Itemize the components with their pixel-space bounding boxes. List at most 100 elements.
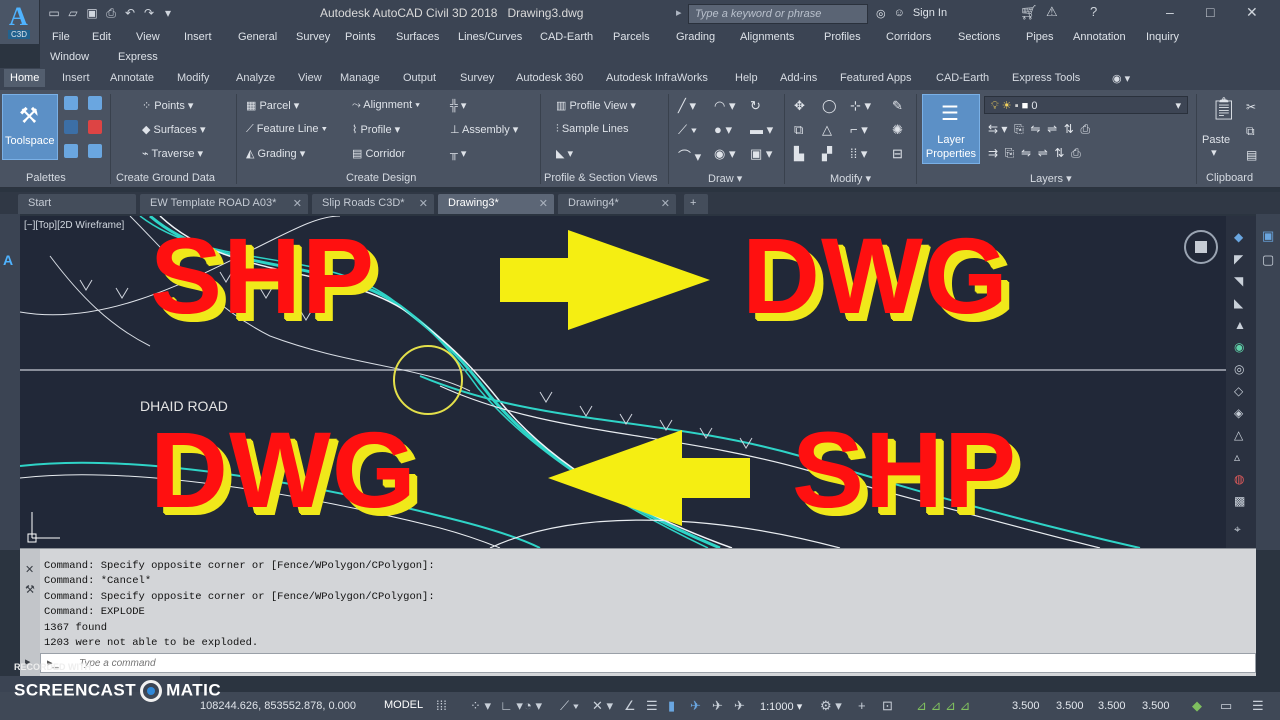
- command-input-box[interactable]: ▸_: [40, 653, 1256, 673]
- polyline-tool-icon[interactable]: ⟋ ▾: [678, 122, 697, 138]
- tab-help[interactable]: Help: [735, 72, 758, 84]
- new-tab-button[interactable]: +: [684, 194, 708, 214]
- stretch-tool-icon[interactable]: ▙: [794, 146, 804, 162]
- isolate-objects-icon[interactable]: ◆: [1192, 698, 1202, 714]
- save-icon[interactable]: ▣: [84, 5, 100, 21]
- survey-palette-icon[interactable]: [64, 120, 78, 134]
- osnap-toggle-icon[interactable]: ✕ ▾: [592, 698, 613, 714]
- menu-annotation[interactable]: Annotation: [1073, 31, 1126, 43]
- print-icon[interactable]: ⎙: [103, 5, 119, 21]
- tool-icon[interactable]: ◎: [1234, 362, 1244, 376]
- points-button[interactable]: ⁘ Points ▾: [142, 99, 193, 112]
- spline-tool-icon[interactable]: ⌒ ▾: [678, 146, 701, 165]
- panel-label-layers[interactable]: Layers ▾: [1030, 172, 1072, 185]
- grid-toggle-icon[interactable]: ⁞⁞⁞: [436, 698, 447, 713]
- search-expand-icon[interactable]: ▸: [676, 6, 682, 19]
- otrack-toggle-icon[interactable]: ∠: [624, 698, 636, 714]
- tab-autodesk-360[interactable]: Autodesk 360: [516, 72, 583, 84]
- section-views-button[interactable]: ◣ ▾: [556, 147, 573, 160]
- copy-base-icon[interactable]: ▤: [1246, 148, 1257, 162]
- polar-toggle-icon[interactable]: ◔ ▾: [524, 698, 542, 714]
- tab-insert[interactable]: Insert: [62, 72, 90, 84]
- status-value[interactable]: 3.500: [1056, 700, 1084, 712]
- menu-express[interactable]: Express: [118, 51, 158, 63]
- profile-view-button[interactable]: ▥ Profile View ▾: [556, 99, 636, 112]
- menu-file[interactable]: File: [52, 31, 70, 43]
- erase-tool-icon[interactable]: ✎: [892, 98, 903, 114]
- clean-screen-icon[interactable]: ▭: [1220, 698, 1232, 714]
- tool-icon[interactable]: ◆: [1234, 230, 1243, 244]
- file-tab-start[interactable]: Start: [18, 194, 136, 214]
- paste-icon[interactable]: 📋︎: [1210, 96, 1238, 122]
- profile-button[interactable]: ⌇ Profile ▾: [352, 123, 400, 136]
- share-icon[interactable]: ⚠︎: [1046, 4, 1058, 20]
- tab-annotate[interactable]: Annotate: [110, 72, 154, 84]
- units-icon[interactable]: ⊡: [882, 698, 893, 714]
- tool-icon[interactable]: ◤: [1234, 252, 1243, 266]
- annotation-visibility-icon[interactable]: ✈︎: [690, 698, 701, 714]
- paste-button[interactable]: Paste ▾: [1202, 134, 1230, 159]
- coordinates-readout[interactable]: 108244.626, 853552.878, 0.000: [200, 700, 356, 712]
- tab-featured-apps[interactable]: Featured Apps: [840, 72, 912, 84]
- viewcube-icon[interactable]: [1184, 230, 1218, 264]
- arc-tool-icon[interactable]: ◠ ▾: [714, 98, 735, 114]
- intersections-button[interactable]: ╬ ▾: [450, 99, 466, 112]
- corridor-button[interactable]: ▤ Corridor: [352, 147, 405, 160]
- menu-corridors[interactable]: Corridors: [886, 31, 931, 43]
- panel-label-create-ground-data[interactable]: Create Ground Data: [116, 172, 215, 184]
- status-value[interactable]: 3.500: [1012, 700, 1040, 712]
- tool-icon[interactable]: ⌖: [1234, 522, 1241, 537]
- grading-button[interactable]: ◭ Grading ▾: [246, 147, 305, 160]
- copy-tool-icon[interactable]: ⧉: [794, 122, 803, 138]
- open-folder-icon[interactable]: ▱: [65, 5, 81, 21]
- rectangle-tool-icon[interactable]: ▬ ▾: [750, 122, 773, 138]
- help-icon[interactable]: ?: [1090, 4, 1097, 19]
- workspace-gear-icon[interactable]: ⚙︎ ▾: [820, 698, 842, 714]
- snap-toggle-icon[interactable]: ⁘ ▾: [470, 698, 491, 714]
- new-file-icon[interactable]: ▭: [46, 5, 62, 21]
- file-tab-ew-template[interactable]: EW Template ROAD A03* ✕: [140, 194, 308, 214]
- pipe-network-button[interactable]: ╥ ▾: [450, 147, 466, 160]
- file-tab-slip-roads[interactable]: Slip Roads C3D* ✕: [312, 194, 434, 214]
- mirror-tool-icon[interactable]: △: [822, 122, 832, 138]
- tool-icon[interactable]: ◣: [1234, 296, 1243, 310]
- maximize-icon[interactable]: □: [1206, 4, 1214, 20]
- menu-pipes[interactable]: Pipes: [1026, 31, 1054, 43]
- tool-icon[interactable]: ◇: [1234, 384, 1243, 398]
- tab-view[interactable]: View: [298, 72, 322, 84]
- annotation-scale-button[interactable]: 1:1000 ▾: [760, 700, 802, 713]
- sample-lines-button[interactable]: ⫶ Sample Lines: [556, 123, 628, 136]
- menu-sections[interactable]: Sections: [958, 31, 1000, 43]
- panel-label-profile-section-views[interactable]: Profile & Section Views: [544, 172, 658, 184]
- model-space-button[interactable]: MODEL: [378, 696, 429, 716]
- close-icon[interactable]: ✕: [293, 197, 302, 210]
- search-input[interactable]: Type a keyword or phrase: [688, 4, 868, 24]
- file-tab-drawing4[interactable]: Drawing4* ✕: [558, 194, 676, 214]
- tab-survey[interactable]: Survey: [460, 72, 494, 84]
- qat-dropdown-icon[interactable]: ▾: [160, 5, 176, 21]
- tool-icon[interactable]: ◉: [1234, 340, 1244, 354]
- close-icon[interactable]: ✕: [25, 563, 34, 576]
- tool-icon[interactable]: ◈: [1234, 406, 1243, 420]
- close-icon[interactable]: ✕: [539, 197, 548, 210]
- prospector-icon[interactable]: [64, 96, 78, 110]
- tool-icon[interactable]: ▩: [1234, 494, 1245, 508]
- menu-profiles[interactable]: Profiles: [824, 31, 861, 43]
- assembly-button[interactable]: ⊥ Assembly ▾: [450, 123, 518, 136]
- alignment-button[interactable]: ⤳ Alignment ▾: [352, 99, 420, 112]
- lineweight-toggle-icon[interactable]: ☰: [646, 698, 658, 714]
- tool-icon[interactable]: ◥: [1234, 274, 1243, 288]
- drawing-canvas[interactable]: [−][Top][2D Wireframe] DHAID ROAD SHP DW…: [20, 216, 1226, 548]
- menu-edit[interactable]: Edit: [92, 31, 111, 43]
- menu-alignments[interactable]: Alignments: [740, 31, 794, 43]
- close-icon[interactable]: ✕: [661, 197, 670, 210]
- offset-tool-icon[interactable]: ⊟: [892, 146, 903, 162]
- line-tool-icon[interactable]: ╱ ▾: [678, 98, 696, 114]
- wrench-icon[interactable]: ⚒︎: [25, 583, 35, 596]
- tab-express-tools[interactable]: Express Tools: [1012, 72, 1080, 84]
- hatch-tool-icon[interactable]: ▣ ▾: [750, 146, 772, 162]
- binoculars-icon[interactable]: ◎: [876, 7, 886, 20]
- isodraft-toggle-icon[interactable]: ⟋ ▾: [560, 698, 579, 714]
- feature-line-button[interactable]: ⟋ Feature Line ▾: [246, 123, 327, 136]
- minimize-icon[interactable]: –: [1166, 4, 1174, 20]
